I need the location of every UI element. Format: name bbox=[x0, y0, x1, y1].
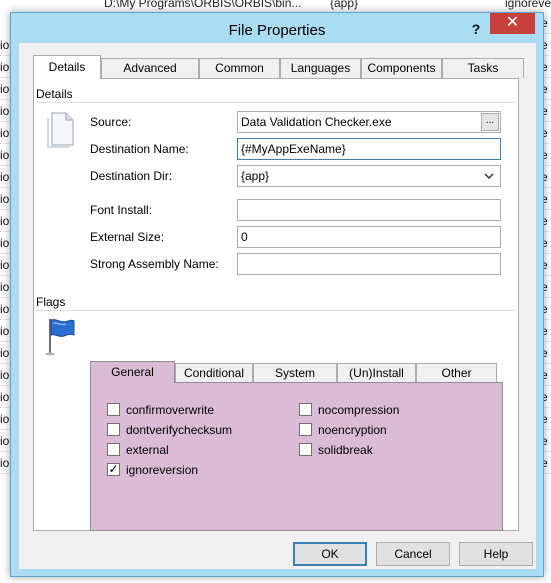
details-separator bbox=[36, 102, 516, 103]
background-row-fragment: io bbox=[0, 430, 10, 452]
background-row-fragment: io bbox=[0, 320, 10, 342]
strong-assembly-field[interactable] bbox=[237, 253, 501, 275]
background-row-fragment: io bbox=[0, 408, 10, 430]
flags-tab-uninstall[interactable]: (Un)Install bbox=[337, 363, 416, 383]
font-install-label: Font Install: bbox=[90, 203, 153, 217]
external-size-label: External Size: bbox=[90, 230, 165, 244]
destination-name-value: {#MyAppExeName} bbox=[241, 142, 346, 156]
external-size-value: 0 bbox=[241, 230, 248, 244]
background-row-fragment: io bbox=[0, 34, 10, 56]
checkbox-box[interactable] bbox=[107, 423, 120, 436]
destination-name-field[interactable]: {#MyAppExeName} bbox=[237, 138, 501, 160]
flags-section-label: Flags bbox=[36, 295, 66, 309]
strong-assembly-label: Strong Assembly Name: bbox=[90, 257, 219, 271]
tab-languages[interactable]: Languages bbox=[280, 58, 361, 78]
external-size-field[interactable]: 0 bbox=[237, 226, 501, 248]
flag-icon bbox=[45, 319, 75, 356]
dialog-client-area: Details Advanced Common Languages Compon… bbox=[19, 43, 536, 569]
background-row-fragment: io bbox=[0, 364, 10, 386]
background-row-fragment: io bbox=[0, 188, 10, 210]
file-properties-dialog: File Properties ? ✕ Details Advanced Com… bbox=[10, 12, 544, 577]
source-label: Source: bbox=[90, 115, 132, 129]
background-path-text: D:\My Programs\ORBIS\ORBIS\bin... bbox=[104, 0, 302, 10]
cancel-button[interactable]: Cancel bbox=[376, 542, 450, 566]
ok-button[interactable]: OK bbox=[293, 542, 367, 566]
background-row-fragment: io bbox=[0, 298, 10, 320]
dialog-title: File Properties bbox=[228, 22, 326, 39]
flags-general-panel: confirmoverwrite dontverifychecksum exte… bbox=[90, 382, 503, 531]
background-row-fragment: io bbox=[0, 100, 10, 122]
checkbox-box[interactable] bbox=[299, 443, 312, 456]
tab-common[interactable]: Common bbox=[199, 58, 280, 78]
details-tab-panel: Details Source: Data Validation Checker.… bbox=[33, 78, 519, 531]
checkbox-label: confirmoverwrite bbox=[126, 403, 215, 417]
background-top-row: D:\My Programs\ORBIS\ORBIS\bin... {app} … bbox=[0, 0, 551, 12]
tab-components[interactable]: Components bbox=[361, 58, 442, 78]
tab-tasks[interactable]: Tasks bbox=[442, 58, 524, 78]
destination-dir-label: Destination Dir: bbox=[90, 169, 173, 183]
font-install-field[interactable] bbox=[237, 199, 501, 221]
source-field[interactable]: Data Validation Checker.exe ... bbox=[237, 111, 501, 133]
checkbox-box[interactable]: ✓ bbox=[107, 463, 120, 476]
document-icon bbox=[47, 112, 74, 148]
flags-separator bbox=[36, 310, 516, 311]
background-row-fragment: io bbox=[0, 166, 10, 188]
background-row-fragment: io bbox=[0, 342, 10, 364]
details-section-label: Details bbox=[36, 87, 73, 101]
checkbox-label: nocompression bbox=[318, 403, 400, 417]
background-row-fragment: io bbox=[0, 56, 10, 78]
background-row-fragment: io bbox=[0, 144, 10, 166]
flags-tab-conditional[interactable]: Conditional bbox=[175, 363, 253, 383]
checkbox-label: external bbox=[126, 443, 169, 457]
close-button[interactable]: ✕ bbox=[490, 13, 535, 34]
checkbox-label: solidbreak bbox=[318, 443, 373, 457]
background-flag-text: ignorevers bbox=[505, 0, 551, 10]
background-row-fragment: io bbox=[0, 276, 10, 298]
flags-tab-general[interactable]: General bbox=[90, 361, 175, 383]
checkbox-box[interactable] bbox=[107, 443, 120, 456]
chevron-down-icon[interactable] bbox=[484, 169, 494, 183]
checkbox-box[interactable] bbox=[299, 403, 312, 416]
tab-details[interactable]: Details bbox=[33, 55, 101, 79]
checkbox-label: ignoreversion bbox=[126, 463, 199, 477]
help-button[interactable]: Help bbox=[459, 542, 533, 566]
background-app-text: {app} bbox=[330, 0, 359, 10]
background-row-fragment: io bbox=[0, 452, 10, 474]
source-value: Data Validation Checker.exe bbox=[241, 115, 392, 129]
destination-name-label: Destination Name: bbox=[90, 142, 189, 156]
checkbox-label: noencryption bbox=[318, 423, 387, 437]
tab-advanced[interactable]: Advanced bbox=[101, 58, 199, 78]
checkbox-box[interactable] bbox=[299, 423, 312, 436]
background-row-fragment: io bbox=[0, 232, 10, 254]
background-row-fragment: io bbox=[0, 386, 10, 408]
destination-dir-dropdown[interactable]: {app} bbox=[237, 165, 501, 187]
background-row-fragment: io bbox=[0, 210, 10, 232]
checkbox-box[interactable] bbox=[107, 403, 120, 416]
checkbox-label: dontverifychecksum bbox=[126, 423, 233, 437]
background-row-fragment: io bbox=[0, 78, 10, 100]
flags-tab-other[interactable]: Other bbox=[416, 363, 497, 383]
browse-source-button[interactable]: ... bbox=[481, 113, 499, 131]
background-row-fragment: io bbox=[0, 254, 10, 276]
title-help-button[interactable]: ? bbox=[466, 19, 486, 39]
flags-tab-system[interactable]: System bbox=[253, 363, 337, 383]
destination-dir-value: {app} bbox=[241, 169, 270, 183]
background-row-fragment: io bbox=[0, 122, 10, 144]
